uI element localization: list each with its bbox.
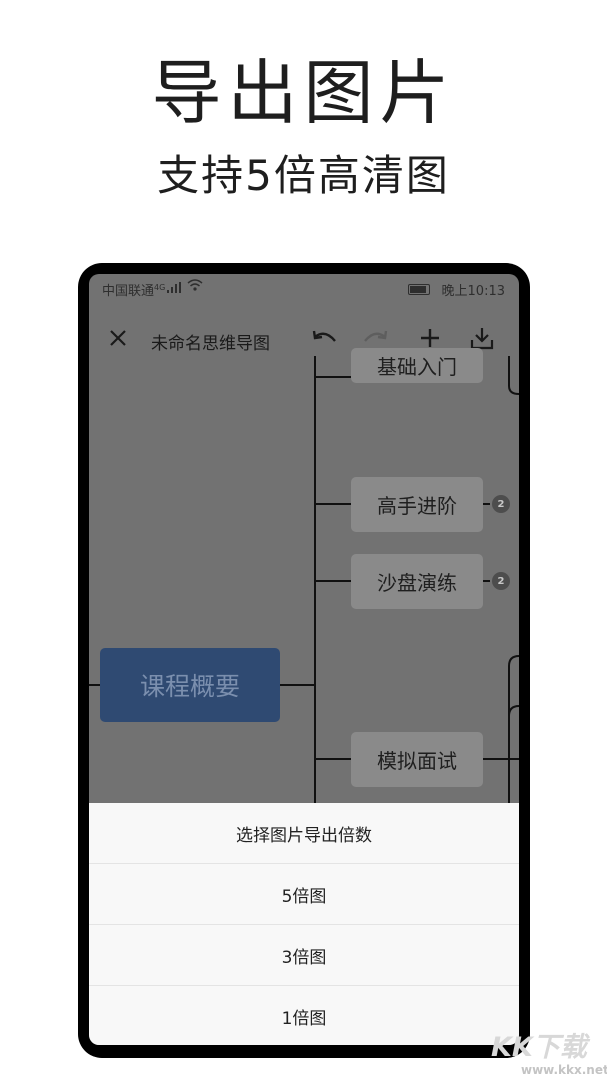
status-time: 晚上10:13: [441, 284, 505, 299]
export-scale-sheet: 选择图片导出倍数 5倍图 3倍图 1倍图: [89, 803, 519, 1045]
promo-title: 导出图片: [151, 52, 456, 134]
signal-icon: [167, 282, 181, 293]
sheet-title: 选择图片导出倍数: [89, 803, 519, 864]
phone-screen: 中国联通4G 晚上10:13 未命名思维导图 基础入门 高手进阶 2 沙盘演练 …: [89, 274, 519, 1045]
carrier-label: 中国联通4G: [102, 283, 166, 299]
option-1x[interactable]: 1倍图: [89, 986, 519, 1045]
mindmap-node[interactable]: 沙盘演练: [351, 554, 483, 609]
wifi-icon: [187, 279, 203, 291]
phone-frame: 中国联通4G 晚上10:13 未命名思维导图 基础入门 高手进阶 2 沙盘演练 …: [78, 263, 530, 1058]
watermark: KK下载 www.kkx.net: [491, 1025, 607, 1080]
child-count-badge[interactable]: 2: [492, 495, 510, 513]
watermark-logo: KK下载: [491, 1032, 587, 1063]
mindmap-node[interactable]: 基础入门: [351, 348, 483, 383]
option-3x[interactable]: 3倍图: [89, 925, 519, 986]
undo-icon[interactable]: [311, 324, 339, 352]
promo-subtitle: 支持5倍高清图: [157, 151, 450, 200]
close-icon[interactable]: [104, 324, 132, 352]
battery-icon: [408, 284, 430, 295]
mindmap-canvas[interactable]: 基础入门 高手进阶 2 沙盘演练 2 模拟面试 课程概要: [89, 348, 519, 816]
document-title: 未命名思维导图: [151, 334, 270, 354]
root-node[interactable]: 课程概要: [100, 648, 280, 722]
network-type: 4G: [154, 283, 166, 292]
status-bar: 中国联通4G 晚上10:13: [89, 274, 519, 302]
child-count-badge[interactable]: 2: [492, 572, 510, 590]
mindmap-node[interactable]: 高手进阶: [351, 477, 483, 532]
watermark-url: www.kkx.net: [521, 1063, 607, 1077]
mindmap-node[interactable]: 模拟面试: [351, 732, 483, 787]
option-5x[interactable]: 5倍图: [89, 864, 519, 925]
